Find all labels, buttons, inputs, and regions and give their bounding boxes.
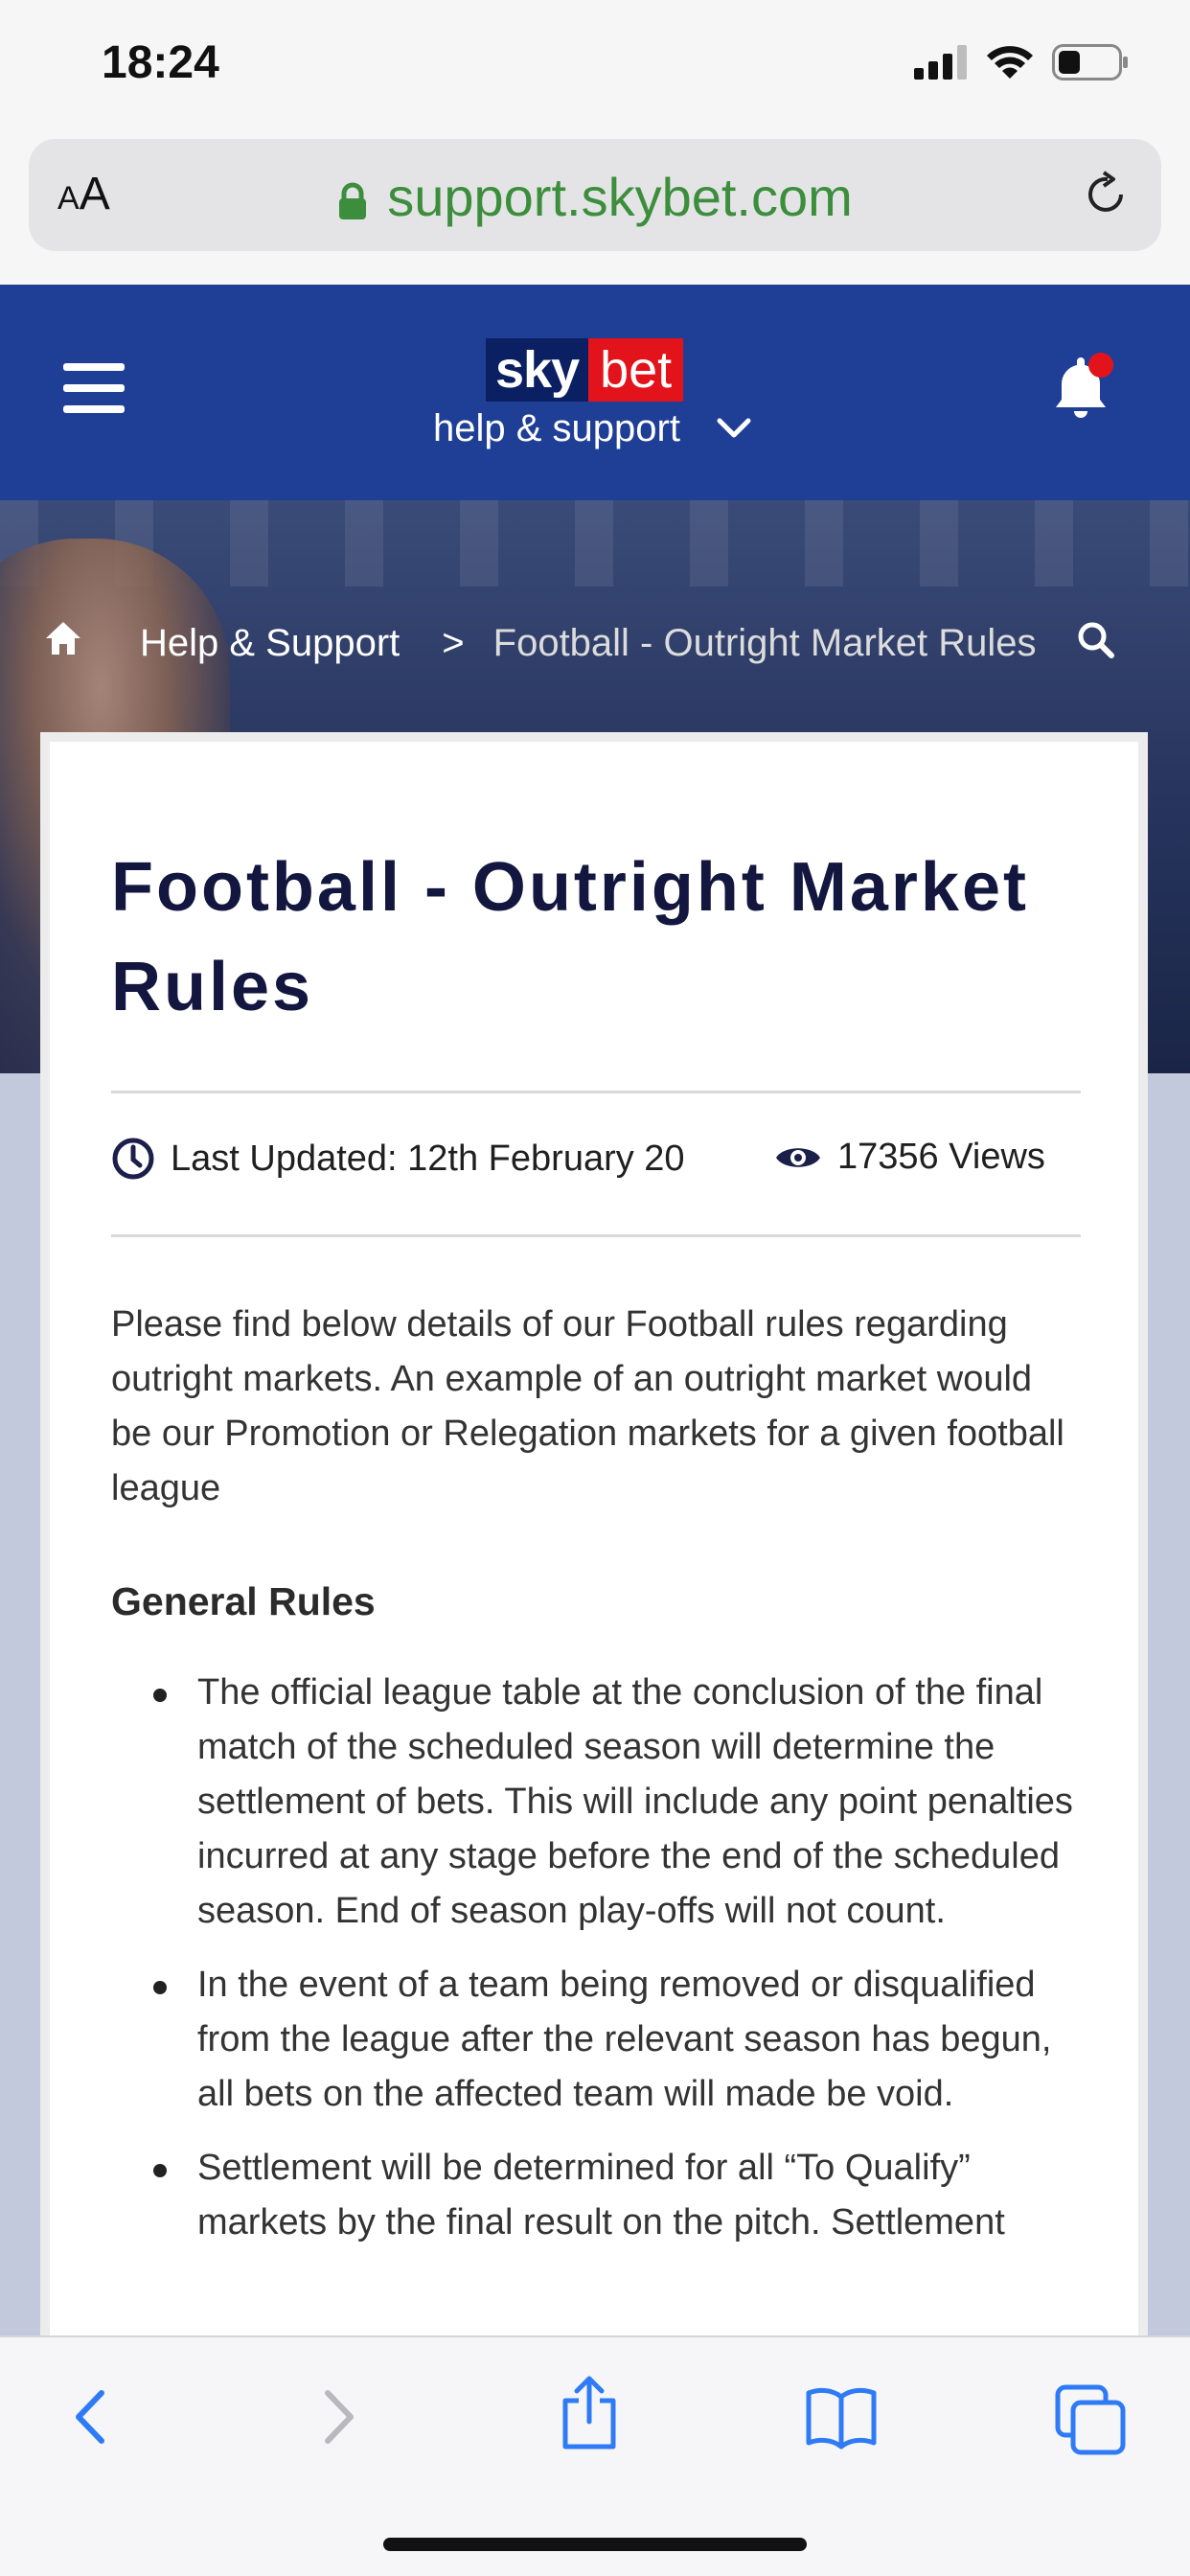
views-text: 17356 Views [837, 1137, 1045, 1177]
breadcrumb-help-support[interactable]: Help & Support [140, 622, 400, 665]
last-updated-text: Last Updated: 12th February 20 [171, 1138, 685, 1179]
divider-top [111, 1091, 1081, 1093]
rules-list: The official league table at the conclus… [111, 1666, 1081, 2269]
breadcrumb-current: Football - Outright Market Rules [492, 621, 1037, 664]
back-icon[interactable] [67, 2383, 115, 2455]
logo-sky: sky [486, 338, 589, 402]
eye-icon [776, 1147, 820, 1167]
divider-bottom [111, 1234, 1081, 1237]
breadcrumb-separator: > [442, 621, 465, 664]
bookmarks-icon[interactable] [805, 2383, 878, 2455]
article-meta: Last Updated: 12th February 20 17356 Vie… [111, 1137, 1081, 1194]
status-time: 18:24 [102, 37, 219, 88]
signal-icon [914, 45, 967, 80]
last-updated: Last Updated: 12th February 20 [111, 1137, 685, 1181]
rule-item: In the event of a team being removed or … [111, 1958, 1081, 2122]
article-title: Football - Outright Market Rules [111, 849, 1029, 1025]
site-header: sky bet help & support [0, 285, 1190, 500]
rule-item: The official league table at the conclus… [111, 1666, 1081, 1939]
chevron-down-icon[interactable] [717, 417, 751, 445]
tabs-icon[interactable] [1054, 2383, 1127, 2461]
home-icon[interactable] [44, 619, 82, 667]
notification-bell-icon[interactable] [1044, 350, 1121, 431]
wifi-icon [987, 46, 1033, 79]
lock-icon [337, 171, 368, 233]
skybet-logo[interactable]: sky bet [486, 338, 684, 402]
share-icon[interactable] [556, 2374, 623, 2455]
url-text: support.skybet.com [387, 167, 853, 227]
reload-icon[interactable] [1079, 168, 1133, 226]
home-indicator[interactable] [383, 2538, 807, 2551]
article-card: Football - Outright Market Rules Last Up… [40, 732, 1148, 2361]
hamburger-menu-icon[interactable] [63, 363, 125, 413]
status-icons [914, 44, 1129, 80]
clock-icon [112, 1138, 154, 1180]
status-bar: 18:24 [0, 0, 1190, 134]
section-heading-general-rules: General Rules [111, 1579, 376, 1623]
search-icon[interactable] [1075, 619, 1117, 666]
breadcrumb: Help & Support > Football - Outright Mar… [44, 619, 1037, 667]
battery-icon [1052, 44, 1128, 80]
address-bar[interactable]: AA support.skybet.com [29, 139, 1161, 251]
rule-item: Settlement will be determined for all “T… [111, 2141, 1081, 2250]
views-count: 17356 Views [774, 1137, 1045, 1178]
url-display[interactable]: support.skybet.com [29, 166, 1161, 233]
forward-icon[interactable] [314, 2383, 362, 2455]
help-support-label[interactable]: help & support [433, 407, 680, 450]
article-intro: Please find below details of our Footbal… [111, 1304, 1064, 1508]
logo-bet: bet [588, 338, 684, 402]
